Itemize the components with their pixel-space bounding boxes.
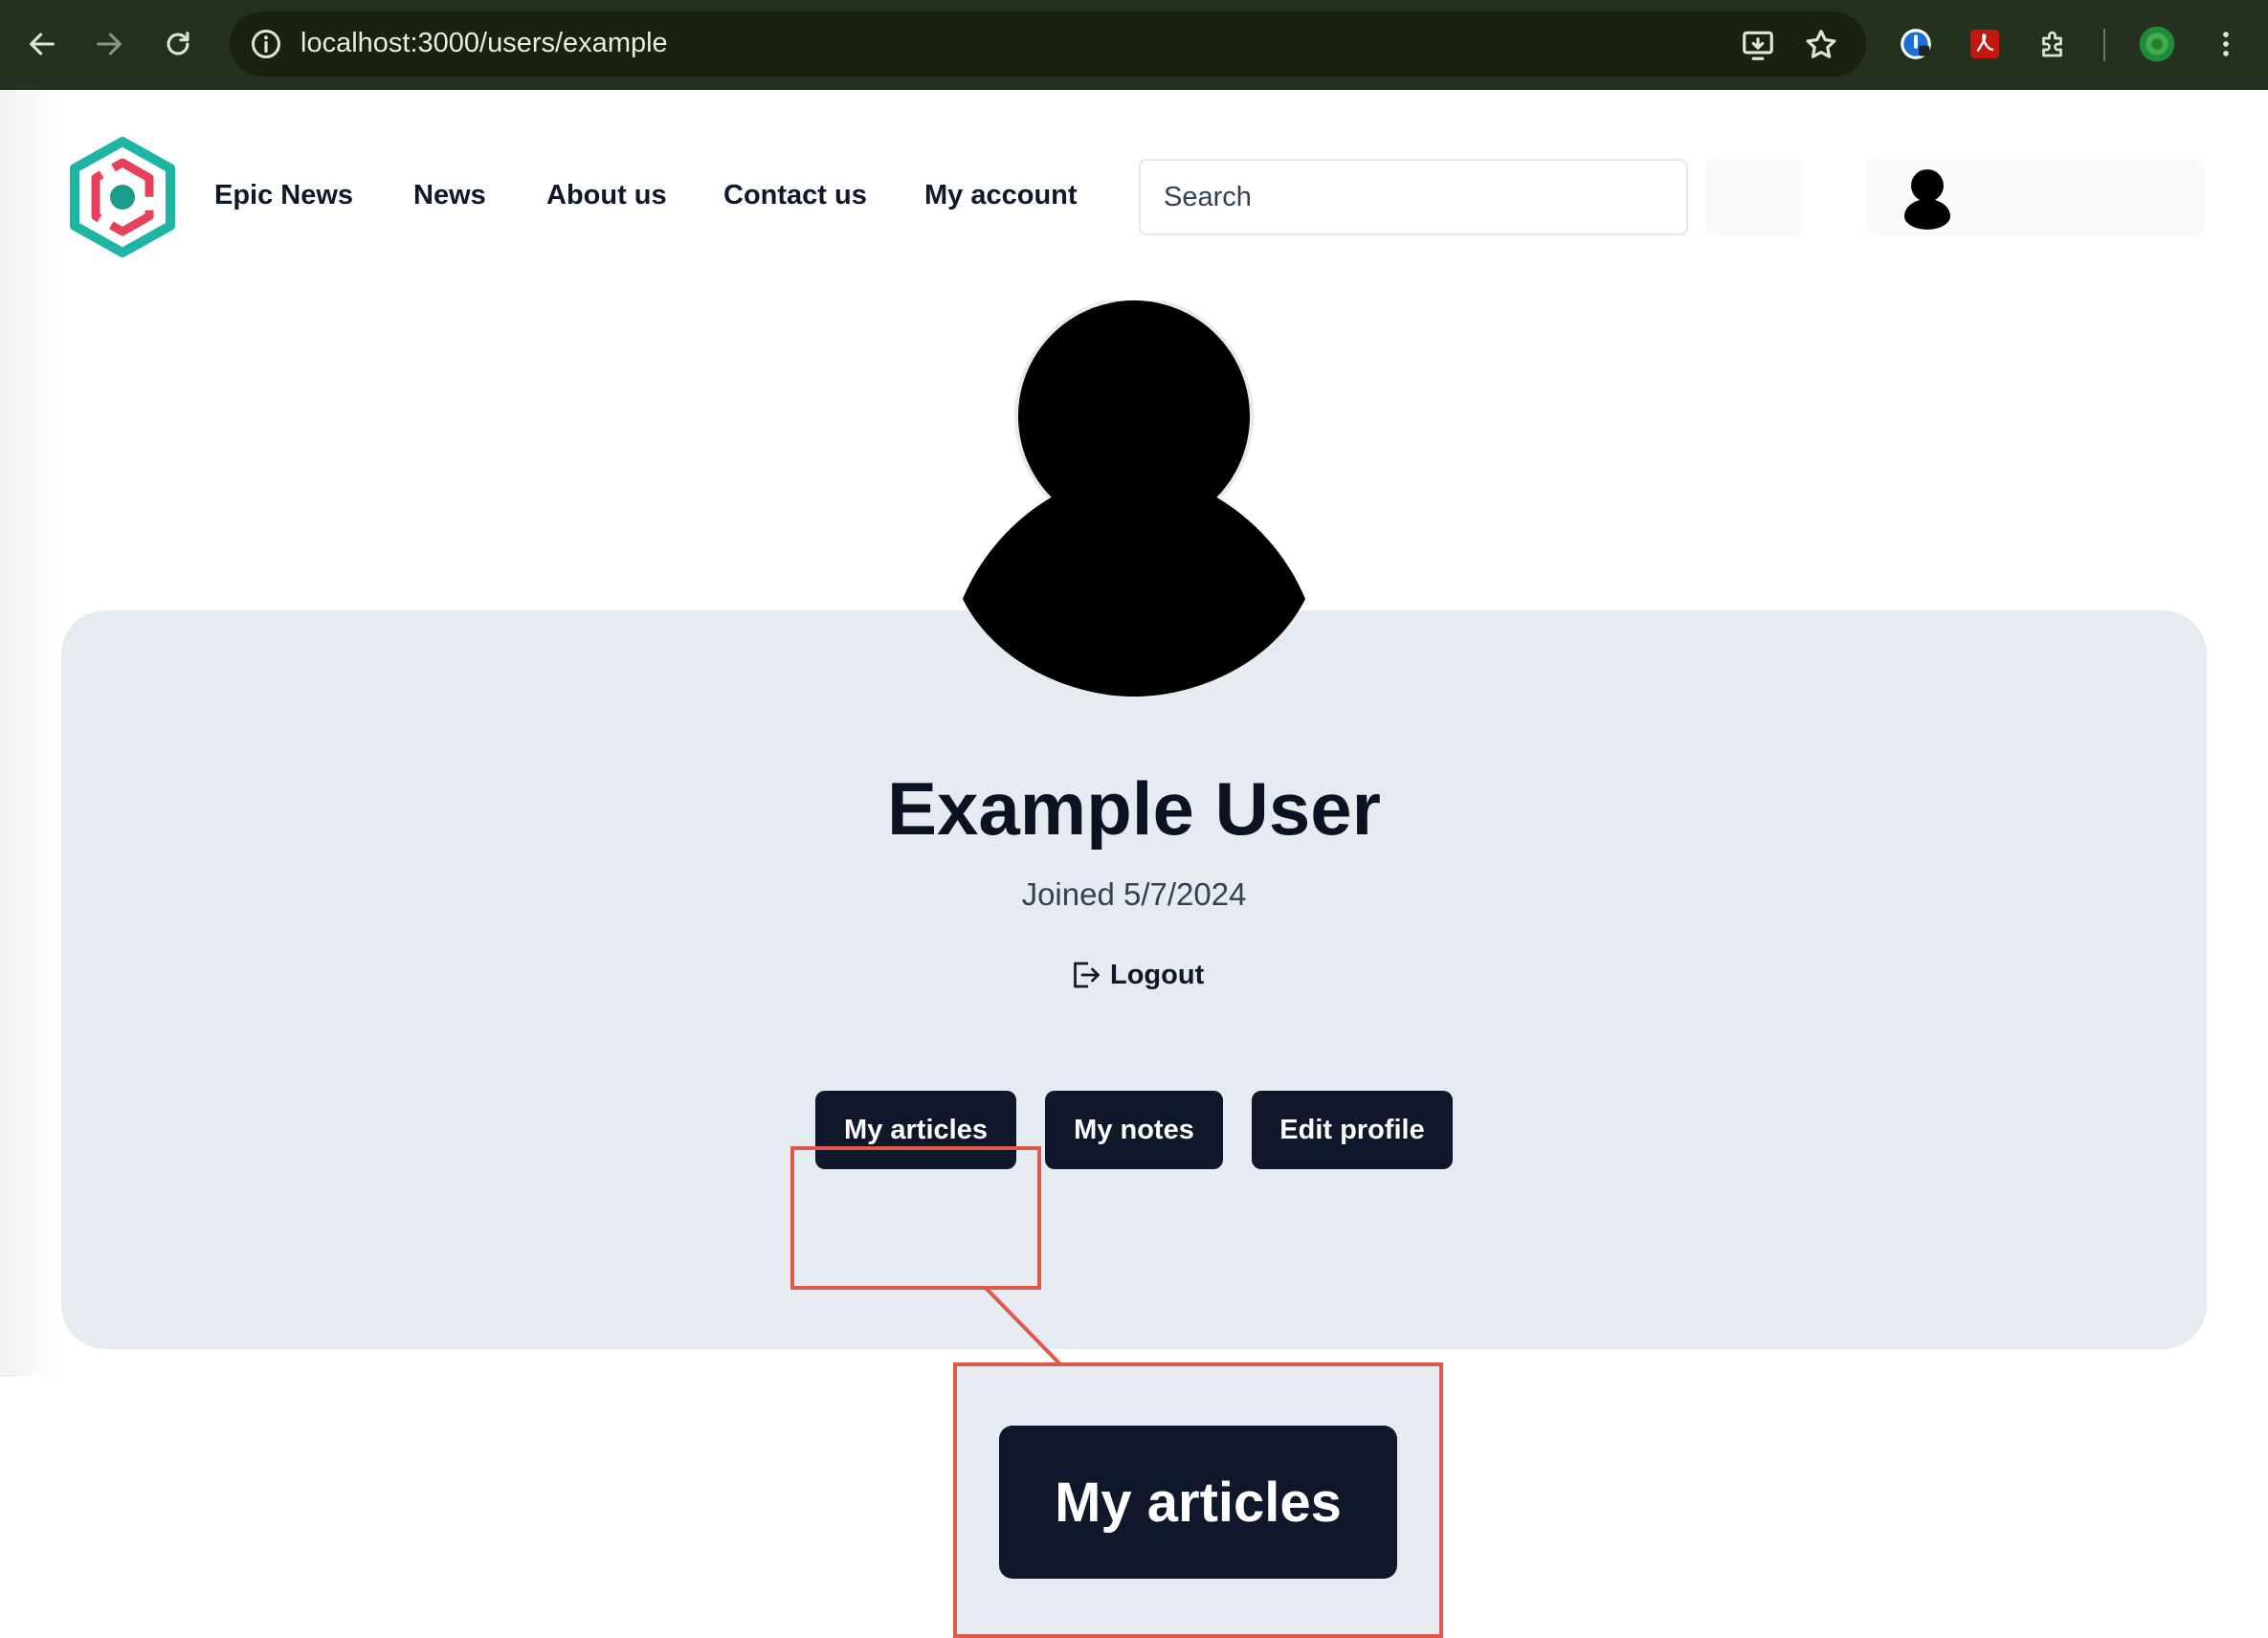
logout-icon bbox=[1074, 962, 1100, 988]
forward-button[interactable] bbox=[86, 21, 132, 67]
page-content: Epic News News About us Contact us My ac… bbox=[0, 90, 2268, 1377]
profile-avatar-icon[interactable] bbox=[2136, 23, 2178, 65]
search-button[interactable] bbox=[1705, 159, 1803, 235]
nav-news[interactable]: News bbox=[413, 180, 486, 211]
user-menu-label: Example User bbox=[1975, 182, 2153, 211]
url-text[interactable]: localhost:3000/users/example bbox=[300, 28, 668, 59]
page-edge-shadow bbox=[0, 90, 57, 1377]
nav-about-us[interactable]: About us bbox=[546, 180, 667, 211]
browser-menu-icon[interactable] bbox=[2205, 23, 2247, 65]
joined-date: Joined 5/7/2024 bbox=[1021, 876, 1247, 912]
toolbar-separator bbox=[2103, 29, 2105, 61]
highlight-box bbox=[790, 1146, 1041, 1290]
extensions-puzzle-icon[interactable] bbox=[2033, 23, 2075, 65]
epic-news-logo-icon[interactable] bbox=[65, 136, 180, 258]
user-menu-button[interactable]: Example User bbox=[1866, 159, 2205, 235]
arrow-right-icon bbox=[97, 33, 122, 55]
my-notes-button[interactable]: My notes bbox=[1045, 1091, 1223, 1169]
profile-avatar-icon bbox=[963, 300, 1305, 697]
logout-button[interactable]: Logout bbox=[1068, 955, 1204, 995]
reload-icon bbox=[167, 32, 189, 55]
zoomed-my-articles-button: My articles bbox=[999, 1426, 1397, 1579]
arrow-left-icon bbox=[30, 33, 55, 55]
pdf-extension-icon[interactable] bbox=[1964, 23, 2006, 65]
search-input[interactable] bbox=[1141, 161, 1686, 233]
brand-link[interactable]: Epic News bbox=[214, 180, 353, 211]
browser-toolbar: localhost:3000/users/example bbox=[0, 0, 2268, 90]
site-info-icon[interactable] bbox=[249, 27, 283, 61]
password-manager-extension-icon[interactable] bbox=[1895, 23, 1937, 65]
address-bar[interactable]: localhost:3000/users/example bbox=[230, 11, 1866, 77]
nav-contact-us[interactable]: Contact us bbox=[723, 180, 867, 211]
edit-profile-button[interactable]: Edit profile bbox=[1252, 1091, 1453, 1169]
search-field[interactable] bbox=[1139, 159, 1688, 235]
install-app-icon[interactable] bbox=[1740, 27, 1776, 63]
nav-my-account[interactable]: My account bbox=[924, 180, 1078, 211]
reload-button[interactable] bbox=[155, 21, 201, 67]
user-avatar-icon bbox=[1904, 169, 1950, 230]
back-button[interactable] bbox=[19, 21, 65, 67]
profile-name: Example User bbox=[887, 766, 1381, 851]
bookmark-star-icon[interactable] bbox=[1803, 27, 1839, 63]
logout-label: Logout bbox=[1110, 959, 1205, 990]
